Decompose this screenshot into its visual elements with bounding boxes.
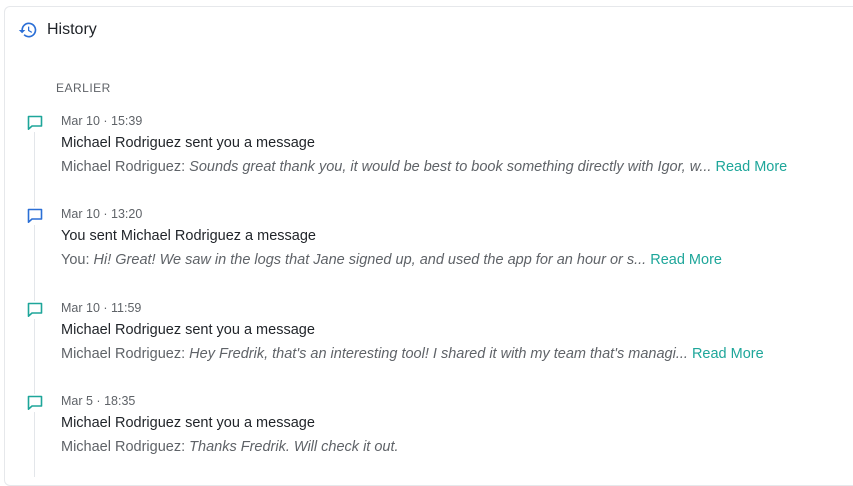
- item-heading: You sent Michael Rodriguez a message: [61, 228, 316, 244]
- item-timestamp: Mar 10 · 13:20: [61, 207, 143, 221]
- item-date: Mar 10: [61, 114, 100, 128]
- item-sender: Michael Rodriguez:: [61, 159, 186, 175]
- item-timestamp: Mar 10 · 15:39: [61, 114, 143, 128]
- item-preview: Hi! Great! We saw in the logs that Jane …: [93, 252, 647, 268]
- item-time: 13:20: [111, 207, 143, 221]
- item-heading: Michael Rodriguez sent you a message: [61, 322, 315, 338]
- history-title: History: [47, 21, 97, 38]
- item-preview: Thanks Fredrik. Will check it out.: [189, 439, 399, 455]
- message-icon: [26, 114, 44, 132]
- message-icon: [26, 301, 44, 319]
- item-sender: You:: [61, 252, 90, 268]
- item-preview: Hey Fredrik, that's an interesting tool!…: [189, 346, 688, 362]
- item-time: 15:39: [111, 114, 143, 128]
- item-time: 11:59: [111, 301, 142, 315]
- read-more-link[interactable]: Read More: [716, 159, 788, 175]
- item-timestamp: Mar 10 · 11:59: [61, 301, 142, 315]
- item-sender: Michael Rodriguez:: [61, 346, 186, 362]
- message-icon: [26, 207, 44, 225]
- history-header: History: [18, 20, 97, 40]
- item-heading: Michael Rodriguez sent you a message: [61, 415, 315, 431]
- item-date: Mar 10: [61, 301, 100, 315]
- item-message: Michael Rodriguez: Sounds great thank yo…: [61, 159, 787, 175]
- history-item: Mar 5 · 18:35 Michael Rodriguez sent you…: [0, 394, 853, 474]
- item-timestamp: Mar 5 · 18:35: [61, 394, 136, 408]
- item-sender: Michael Rodriguez:: [61, 439, 186, 455]
- item-date: Mar 10: [61, 207, 100, 221]
- history-icon: [18, 20, 38, 40]
- read-more-link[interactable]: Read More: [692, 346, 764, 362]
- history-item: Mar 10 · 15:39 Michael Rodriguez sent yo…: [0, 114, 853, 194]
- read-more-link[interactable]: Read More: [650, 252, 722, 268]
- message-icon: [26, 394, 44, 412]
- item-message: You: Hi! Great! We saw in the logs that …: [61, 252, 722, 268]
- section-label-earlier: EARLIER: [56, 81, 111, 95]
- item-preview: Sounds great thank you, it would be best…: [189, 159, 712, 175]
- history-item: Mar 10 · 11:59 Michael Rodriguez sent yo…: [0, 301, 853, 381]
- item-message: Michael Rodriguez: Thanks Fredrik. Will …: [61, 439, 399, 455]
- item-heading: Michael Rodriguez sent you a message: [61, 135, 315, 151]
- item-message: Michael Rodriguez: Hey Fredrik, that's a…: [61, 346, 764, 362]
- item-date: Mar 5: [61, 394, 93, 408]
- history-item: Mar 10 · 13:20 You sent Michael Rodrigue…: [0, 207, 853, 287]
- item-time: 18:35: [104, 394, 136, 408]
